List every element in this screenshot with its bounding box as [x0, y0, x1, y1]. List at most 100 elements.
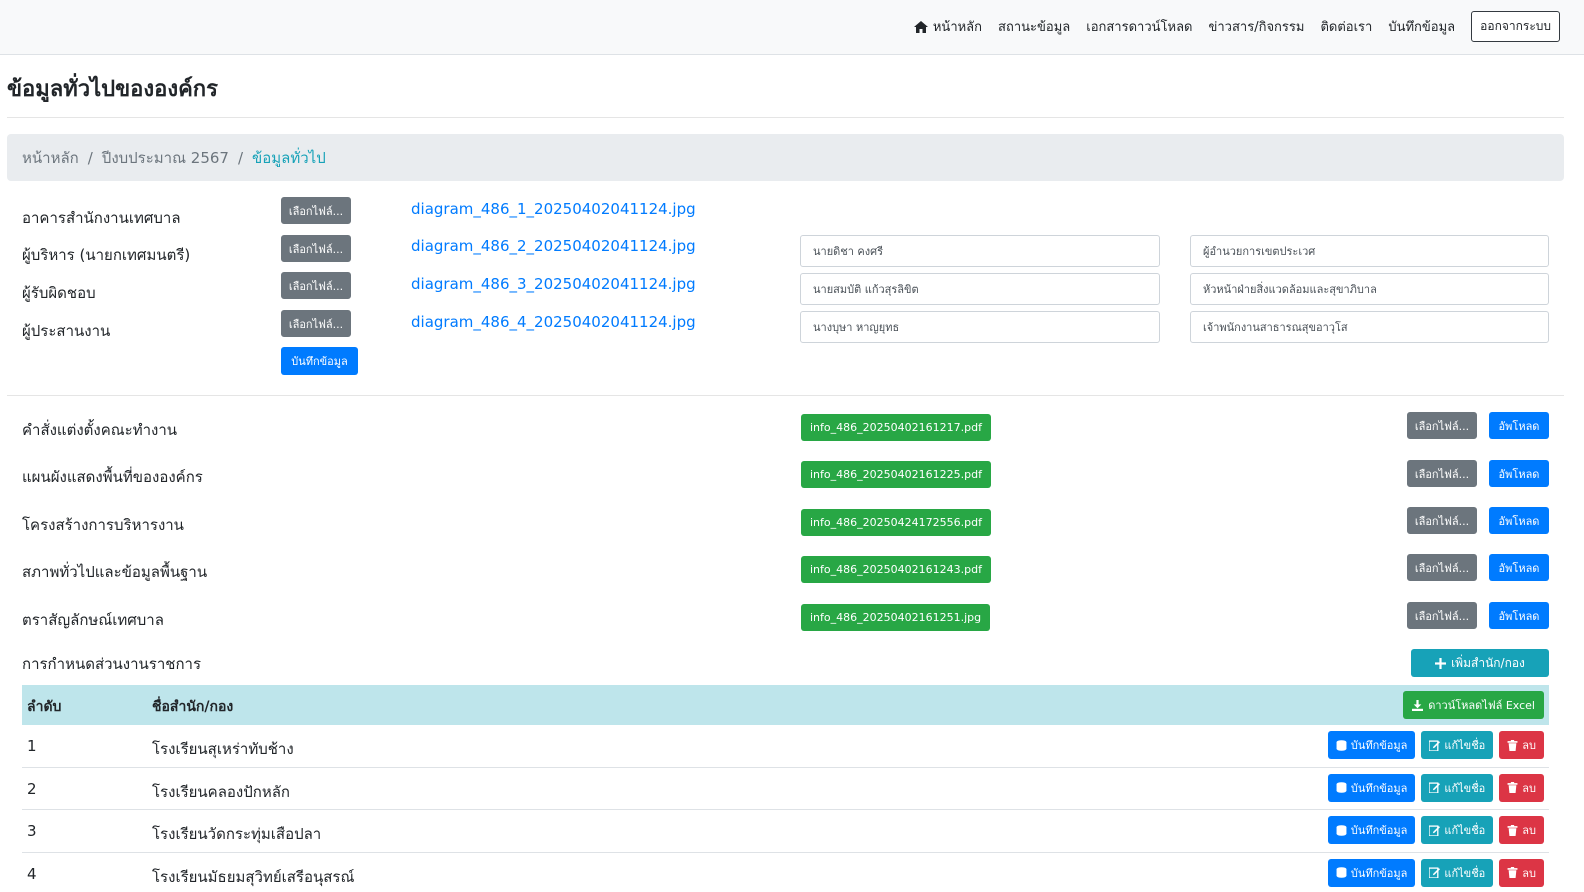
save-row-button[interactable]: บันทึกข้อมูล [1327, 731, 1416, 759]
position-input[interactable] [1190, 311, 1549, 343]
page-title: ข้อมูลทั่วไปขององค์กร [7, 77, 218, 102]
save-row-label: บันทึกข้อมูล [1350, 824, 1408, 837]
upload-button[interactable]: อัพโหลด [1489, 460, 1549, 487]
upload-button[interactable]: อัพโหลด [1489, 507, 1549, 534]
delete-button[interactable]: ลบ [1499, 816, 1544, 844]
doc-label: สภาพทั่วไปและข้อมูลพื้นฐาน [22, 563, 208, 581]
breadcrumb-separator: / [237, 148, 244, 167]
choose-file-button[interactable]: เลือกไฟล์... [1407, 412, 1477, 439]
nav-record-link[interactable]: บันทึกข้อมูล [1388, 16, 1455, 37]
delete-button[interactable]: ลบ [1499, 773, 1544, 802]
add-unit-button[interactable]: เพิ่มสำนัก/กอง [1411, 649, 1549, 677]
doc-label: แผนผังแสดงพื้นที่ขององค์กร [22, 468, 203, 486]
column-header-no: ลำดับ [27, 699, 62, 715]
trash-icon [1507, 824, 1518, 836]
save-row-button[interactable]: บันทึกข้อมูล [1327, 858, 1416, 887]
breadcrumb-home[interactable]: หน้าหลัก [22, 146, 79, 170]
name-input[interactable] [800, 235, 1160, 267]
row-label-responsible: ผู้รับผิดชอบ [22, 284, 96, 302]
choose-file-button[interactable]: เลือกไฟล์... [1407, 460, 1477, 487]
save-row-label: บันทึกข้อมูล [1350, 781, 1408, 795]
delete-button[interactable]: ลบ [1499, 858, 1544, 887]
database-icon [1336, 782, 1347, 793]
name-input[interactable] [800, 311, 1160, 343]
edit-name-button[interactable]: แก้ไขชื่อ [1421, 773, 1494, 802]
unit-name: โรงเรียนมัธยมสุวิทย์เสรีอนุสรณ์ [152, 867, 355, 886]
upload-button[interactable]: อัพโหลด [1489, 554, 1549, 581]
delete-label: ลบ [1522, 781, 1536, 795]
divider [7, 117, 1564, 118]
file-link[interactable]: diagram_486_3_20250402041124.jpg [411, 275, 696, 293]
unit-name: โรงเรียนคลองปักหลัก [152, 782, 290, 801]
divider [7, 395, 1564, 396]
position-input[interactable] [1190, 273, 1549, 305]
edit-icon [1429, 782, 1441, 793]
breadcrumb-separator: / [87, 148, 93, 167]
file-link[interactable]: diagram_486_4_20250402041124.jpg [411, 313, 696, 331]
table-row: 3 โรงเรียนวัดกระทุ่มเสือปลา บันทึกข้อมูล… [22, 810, 1549, 853]
row-actions: บันทึกข้อมูล แก้ไขชื่อ ลบ [1327, 816, 1544, 844]
row-actions: บันทึกข้อมูล แก้ไขชื่อ ลบ [1327, 773, 1544, 802]
delete-label: ลบ [1522, 739, 1536, 752]
upload-button[interactable]: อัพโหลด [1489, 412, 1549, 439]
edit-name-button[interactable]: แก้ไขชื่อ [1421, 816, 1494, 844]
choose-file-button[interactable]: เลือกไฟล์... [1407, 554, 1477, 581]
database-icon [1336, 824, 1347, 836]
units-table: ลำดับ ชื่อสำนัก/กอง ดาวน์โหลดไฟล์ Excel … [22, 685, 1549, 892]
edit-name-button[interactable]: แก้ไขชื่อ [1421, 731, 1494, 759]
save-row-label: บันทึกข้อมูล [1350, 739, 1408, 752]
edit-name-label: แก้ไขชื่อ [1444, 866, 1486, 880]
save-row-label: บันทึกข้อมูล [1350, 866, 1408, 880]
row-label-executive: ผู้บริหาร (นายกเทศมนตรี) [22, 246, 191, 264]
table-header: ลำดับ ชื่อสำนัก/กอง ดาวน์โหลดไฟล์ Excel [22, 685, 1549, 725]
table-row: 4 โรงเรียนมัธยมสุวิทย์เสรีอนุสรณ์ บันทึก… [22, 853, 1549, 892]
row-label-building: อาคารสำนักงานเทศบาล [22, 209, 181, 227]
delete-label: ลบ [1522, 866, 1536, 880]
choose-file-button[interactable]: เลือกไฟล์... [1407, 602, 1477, 629]
row-number: 2 [27, 779, 37, 798]
name-input[interactable] [800, 273, 1160, 305]
nav-status-link[interactable]: สถานะข้อมูล [998, 16, 1070, 37]
choose-file-button[interactable]: เลือกไฟล์... [281, 310, 351, 337]
nav-home-link[interactable]: หน้าหลัก [913, 16, 983, 37]
file-link[interactable]: diagram_486_2_20250402041124.jpg [411, 237, 696, 255]
breadcrumb-current: ข้อมูลทั่วไป [252, 148, 326, 167]
doc-file-badge[interactable]: info_486_20250424172556.pdf [801, 509, 991, 536]
upload-button[interactable]: อัพโหลด [1489, 602, 1549, 629]
doc-label: ตราสัญลักษณ์เทศบาล [22, 611, 164, 629]
save-button[interactable]: บันทึกข้อมูล [281, 347, 358, 375]
nav-news-link[interactable]: ข่าวสาร/กิจกรรม [1208, 16, 1304, 37]
nav-contact-link[interactable]: ติดต่อเรา [1320, 16, 1372, 37]
breadcrumb-year[interactable]: ปีงบประมาณ 2567 [102, 146, 229, 170]
breadcrumb: หน้าหลัก / ปีงบประมาณ 2567 / ข้อมูลทั่วไ… [7, 134, 1564, 181]
choose-file-button[interactable]: เลือกไฟล์... [1407, 507, 1477, 534]
row-number: 1 [27, 737, 37, 755]
nav-home-label: หน้าหลัก [932, 20, 983, 35]
file-link[interactable]: diagram_486_1_20250402041124.jpg [411, 200, 696, 218]
choose-file-button[interactable]: เลือกไฟล์... [281, 197, 351, 224]
position-input[interactable] [1190, 235, 1549, 267]
doc-file-badge[interactable]: info_486_20250402161225.pdf [801, 461, 991, 488]
doc-file-badge[interactable]: info_486_20250402161217.pdf [801, 414, 991, 441]
doc-file-badge[interactable]: info_486_20250402161251.jpg [801, 604, 991, 631]
nav-downloads-link[interactable]: เอกสารดาวน์โหลด [1086, 16, 1192, 37]
choose-file-button[interactable]: เลือกไฟล์... [281, 272, 351, 299]
edit-icon [1429, 824, 1441, 836]
home-icon [913, 20, 928, 33]
logout-button[interactable]: ออกจากระบบ [1471, 11, 1560, 42]
doc-file-badge[interactable]: info_486_20250402161243.pdf [801, 556, 991, 583]
download-excel-button[interactable]: ดาวน์โหลดไฟล์ Excel [1403, 691, 1544, 719]
edit-name-button[interactable]: แก้ไขชื่อ [1421, 858, 1494, 887]
choose-file-button[interactable]: เลือกไฟล์... [281, 235, 351, 262]
doc-label: คำสั่งแต่งตั้งคณะทำงาน [22, 421, 178, 439]
delete-button[interactable]: ลบ [1499, 731, 1544, 759]
edit-icon [1429, 867, 1441, 878]
row-number: 4 [27, 864, 37, 883]
save-row-button[interactable]: บันทึกข้อมูล [1327, 816, 1416, 844]
trash-icon [1507, 867, 1518, 878]
database-icon [1336, 867, 1347, 878]
save-row-button[interactable]: บันทึกข้อมูล [1327, 773, 1416, 802]
plus-icon [1435, 657, 1447, 669]
delete-label: ลบ [1522, 824, 1536, 837]
row-label-coordinator: ผู้ประสานงาน [22, 322, 111, 340]
